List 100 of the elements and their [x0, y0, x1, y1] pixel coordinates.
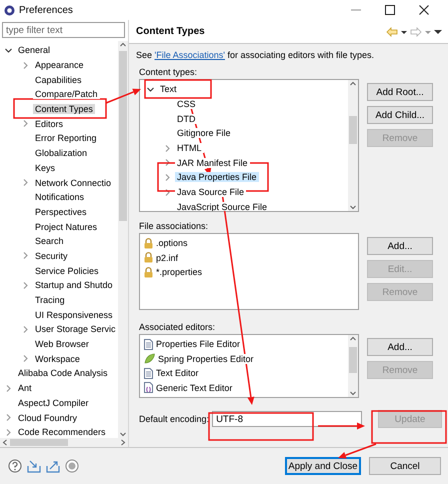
- close-icon[interactable]: [418, 4, 430, 16]
- expand-icon[interactable]: [163, 144, 172, 153]
- tree-item[interactable]: Globalization: [33, 148, 90, 158]
- scroll-thumb[interactable]: [349, 116, 357, 144]
- tree-item[interactable]: Search: [33, 236, 66, 246]
- tree-item[interactable]: Alibaba Code Analysis: [16, 368, 110, 378]
- leaf-icon: [144, 353, 155, 364]
- tree-item[interactable]: Notifications: [33, 192, 86, 202]
- help-icon[interactable]: [8, 459, 22, 473]
- app-icon: [4, 4, 15, 16]
- expand-icon[interactable]: [21, 119, 30, 128]
- expand-icon[interactable]: [4, 413, 13, 422]
- scroll-up-icon[interactable]: [349, 335, 357, 343]
- action-button[interactable]: Add...: [367, 338, 433, 356]
- dialog-button[interactable]: Apply and Close: [285, 457, 361, 475]
- section-label: Associated editors:: [139, 322, 216, 332]
- expand-icon[interactable]: [163, 172, 172, 182]
- scroll-down-icon[interactable]: [119, 430, 127, 438]
- action-button[interactable]: Add...: [367, 237, 433, 255]
- expand-icon[interactable]: [21, 354, 30, 364]
- tree-item[interactable]: Network Connectio: [33, 178, 114, 188]
- tree-item[interactable]: Code Recommenders: [16, 427, 108, 438]
- tree-item[interactable]: Appearance: [33, 60, 86, 70]
- tree-item[interactable]: Perspectives: [33, 206, 89, 217]
- section-label: File associations:: [139, 221, 210, 231]
- tree-item[interactable]: JAR Manifest File: [175, 158, 250, 168]
- expand-icon[interactable]: [21, 251, 30, 260]
- list-item[interactable]: Generic Text Editor: [156, 382, 232, 393]
- expand-icon[interactable]: [21, 60, 30, 70]
- action-button[interactable]: Add Root...: [367, 83, 433, 101]
- tree-item[interactable]: Tracing: [33, 295, 67, 306]
- annotation-box: [144, 79, 212, 99]
- filter-field[interactable]: type filter text: [2, 22, 125, 38]
- annotation-arrow: [318, 422, 365, 430]
- scroll-down-icon[interactable]: [349, 389, 357, 397]
- tree-item[interactable]: Error Reporting: [33, 133, 99, 144]
- list-item[interactable]: *.properties: [156, 267, 202, 278]
- tree-item[interactable]: Java Source File: [175, 187, 246, 198]
- scroll-right-icon[interactable]: [120, 439, 126, 446]
- page-title: Content Types: [136, 26, 206, 37]
- scrollbar[interactable]: [118, 41, 128, 438]
- tree-item[interactable]: Editors: [33, 118, 66, 129]
- expand-icon[interactable]: [4, 384, 13, 393]
- tree-item[interactable]: Workspace: [33, 354, 82, 364]
- scroll-down-icon[interactable]: [349, 203, 357, 211]
- expand-icon[interactable]: [163, 188, 172, 197]
- section-label: Content types:: [139, 67, 198, 77]
- scroll-up-icon[interactable]: [119, 41, 127, 49]
- tree-item[interactable]: Compare/Patch: [33, 89, 100, 100]
- expand-icon[interactable]: [21, 324, 30, 334]
- tree-item[interactable]: General: [16, 45, 52, 56]
- list-item[interactable]: Text Editor: [156, 368, 199, 378]
- encoding-field[interactable]: UTF-8: [212, 411, 362, 427]
- tree-item[interactable]: UI Responsiveness: [33, 310, 115, 320]
- export-icon[interactable]: [46, 459, 60, 473]
- tree-item[interactable]: Web Browser: [33, 339, 91, 350]
- import-icon[interactable]: [27, 459, 41, 473]
- scroll-up-icon[interactable]: [349, 80, 357, 88]
- tree-item[interactable]: AspectJ Compiler: [16, 398, 91, 408]
- tree-item[interactable]: Gitignore File: [175, 128, 233, 138]
- tree-item[interactable]: DTD: [175, 114, 198, 124]
- expand-icon[interactable]: [4, 428, 13, 437]
- scrollbar[interactable]: [348, 80, 358, 211]
- tree-item[interactable]: Capabilities: [33, 74, 84, 85]
- list-item[interactable]: Properties File Editor: [156, 339, 240, 350]
- file-associations-link[interactable]: 'File Associations': [154, 50, 225, 60]
- tree-item[interactable]: HTML: [175, 143, 204, 154]
- scroll-left-icon[interactable]: [2, 439, 8, 446]
- scrollbar[interactable]: [0, 438, 128, 447]
- tree-item[interactable]: CSS: [175, 99, 198, 110]
- collapse-icon[interactable]: [146, 84, 155, 94]
- tree-item[interactable]: User Storage Servic: [33, 324, 118, 334]
- annotation-arrow: [106, 88, 141, 104]
- lock-icon: [144, 238, 153, 249]
- tree-item[interactable]: Content Types: [33, 104, 95, 114]
- action-button[interactable]: Add Child...: [367, 106, 433, 124]
- tree-item[interactable]: Service Policies: [33, 266, 101, 276]
- tree-item[interactable]: Project Natures: [33, 222, 100, 232]
- tree-item[interactable]: Startup and Shutdo: [33, 280, 115, 290]
- record-icon[interactable]: [65, 459, 79, 473]
- list-item[interactable]: Spring Properties Editor: [158, 354, 254, 364]
- tree-item[interactable]: Security: [33, 250, 70, 261]
- tree-item[interactable]: Cloud Foundry: [16, 412, 80, 423]
- expand-icon[interactable]: [21, 280, 30, 290]
- scroll-thumb[interactable]: [119, 51, 127, 221]
- dialog-button[interactable]: Cancel: [369, 457, 441, 475]
- maximize-icon[interactable]: [384, 4, 396, 16]
- list-item[interactable]: p2.inf: [156, 252, 178, 263]
- expand-icon[interactable]: [163, 158, 172, 168]
- tree-item[interactable]: Text: [158, 84, 179, 94]
- expand-icon[interactable]: [21, 178, 30, 188]
- scroll-thumb[interactable]: [10, 439, 68, 446]
- collapse-icon[interactable]: [4, 46, 13, 55]
- lock-icon: [144, 266, 153, 278]
- scroll-thumb[interactable]: [349, 347, 357, 373]
- tree-item[interactable]: Keys: [33, 162, 58, 173]
- tree-item[interactable]: Ant: [16, 383, 34, 394]
- tree-item[interactable]: Java Properties File: [175, 172, 259, 182]
- scrollbar[interactable]: [348, 335, 358, 397]
- list-item[interactable]: .options: [156, 238, 188, 248]
